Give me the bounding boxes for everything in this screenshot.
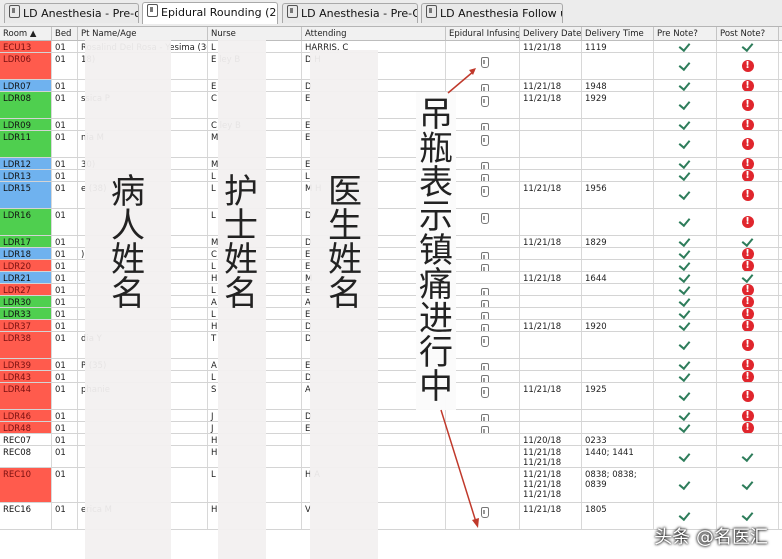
watermark: 头条 @名医汇 <box>654 527 768 548</box>
annotation-arrows <box>440 68 479 528</box>
